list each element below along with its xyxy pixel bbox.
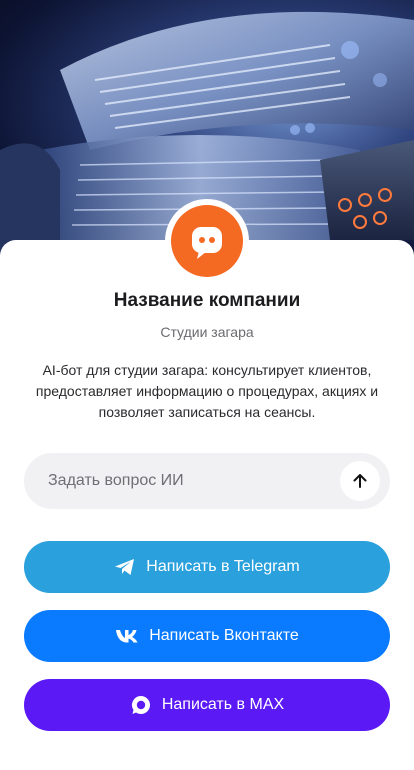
max-button-label: Написать в MAX <box>161 696 285 713</box>
arrow-up-icon <box>353 474 367 488</box>
company-category: Студии загара <box>160 324 254 340</box>
chat-bot-icon <box>171 205 243 277</box>
send-button[interactable] <box>340 461 380 501</box>
telegram-button[interactable]: Написать в Telegram <box>24 541 390 593</box>
company-name: Название компании <box>113 290 301 311</box>
telegram-button-label: Написать в Telegram <box>146 558 300 575</box>
avatar <box>165 199 249 283</box>
company-description: AI-бот для студии загара: консультирует … <box>35 362 379 420</box>
vk-button[interactable]: Написать Вконтакте <box>24 610 390 662</box>
vk-button-label: Написать Вконтакте <box>149 627 299 644</box>
ask-ai-input[interactable] <box>48 472 340 490</box>
telegram-icon <box>114 557 136 577</box>
max-button[interactable]: Написать в MAX <box>24 679 390 731</box>
ask-ai-field <box>24 453 390 509</box>
max-icon <box>130 694 152 716</box>
vk-icon <box>115 628 139 644</box>
